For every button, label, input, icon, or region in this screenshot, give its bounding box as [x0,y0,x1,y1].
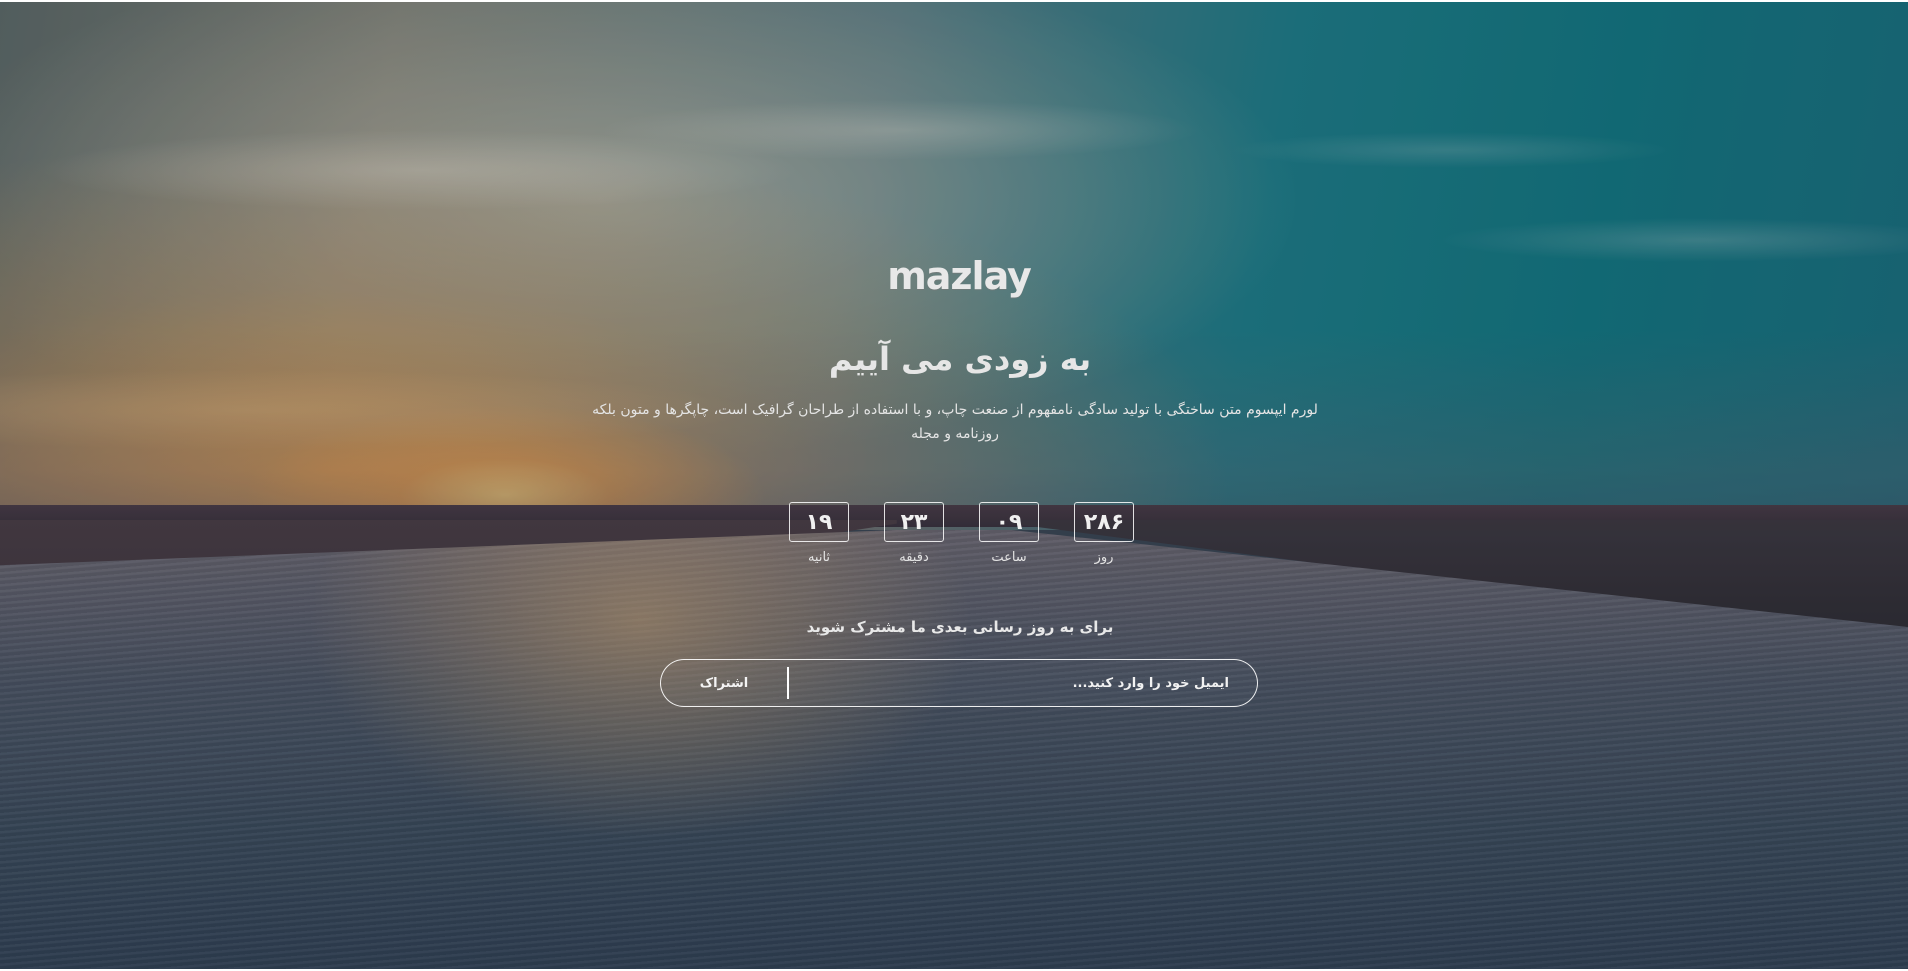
coming-soon-content: mazlay به زودی می آییم لورم ایپسوم متن س… [0,0,1908,971]
countdown-days-value: ۲۸۶ [1074,502,1134,542]
subscribe-button[interactable]: اشتراک [661,660,787,706]
brand-logo: mazlay [887,254,1032,298]
countdown-minutes: ۲۳ دقیقه [884,502,944,566]
page-description: لورم ایپسوم متن ساختگی با تولید سادگی نا… [592,402,1318,442]
countdown-hours-label: ساعت [991,550,1027,565]
countdown-hours-value: ۰۹ [979,502,1039,542]
countdown-seconds-label: ثانیه [807,550,831,565]
countdown-days-label: روز [1094,550,1114,565]
countdown-seconds: ۱۹ ثانیه [789,502,849,566]
countdown-minutes-label: دقیقه [899,550,929,565]
countdown-hours: ۰۹ ساعت [979,502,1039,566]
page-title: به زودی می آییم [828,340,1092,378]
email-input[interactable] [789,660,1257,706]
countdown-timer: ۲۸۶ روز ۰۹ ساعت ۲۳ دقیقه ۱۹ ثانیه [786,502,1134,566]
countdown-seconds-value: ۱۹ [789,502,849,542]
countdown-minutes-value: ۲۳ [884,502,944,542]
subscribe-title: برای به روز رسانی بعدی ما مشترک شوید [806,618,1114,636]
countdown-days: ۲۸۶ روز [1074,502,1134,566]
page-background: mazlay به زودی می آییم لورم ایپسوم متن س… [0,0,1908,971]
subscribe-form: اشتراک [660,659,1258,707]
